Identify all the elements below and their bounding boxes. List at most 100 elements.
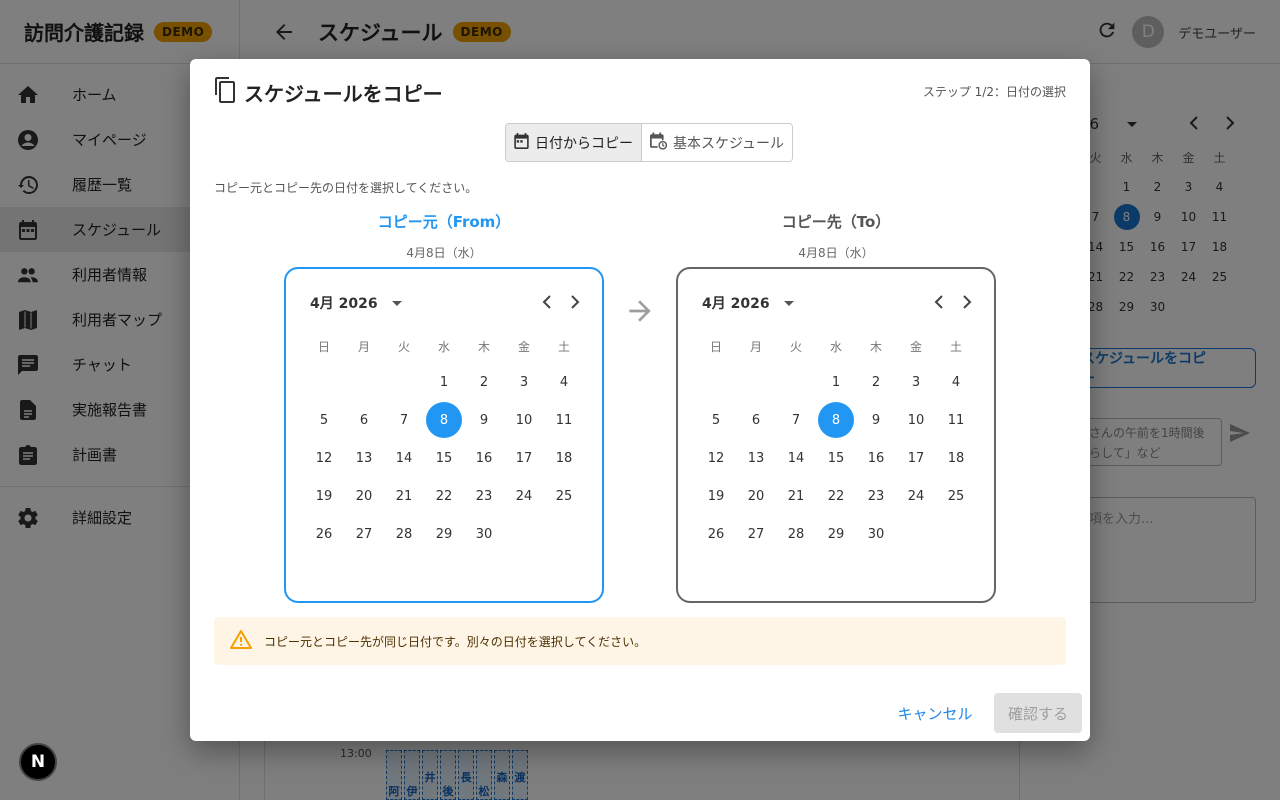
day-cell[interactable]: 9	[464, 401, 504, 439]
day-cell[interactable]: 25	[544, 477, 584, 515]
day-cell[interactable]: 3	[896, 363, 936, 401]
day-cell[interactable]: 5	[696, 401, 736, 439]
day-cell[interactable]: 6	[344, 401, 384, 439]
from-label: コピー元（From）	[377, 213, 511, 231]
day-cell[interactable]: 10	[896, 401, 936, 439]
day-cell[interactable]: 15	[816, 439, 856, 477]
day-cell[interactable]: 2	[856, 363, 896, 401]
day-cell[interactable]: 27	[736, 515, 776, 553]
day-cell[interactable]: 22	[424, 477, 464, 515]
chevron-down-icon[interactable]	[783, 300, 794, 306]
day-cell[interactable]: 27	[344, 515, 384, 553]
day-cell-empty	[776, 363, 816, 401]
day-cell[interactable]: 1	[816, 363, 856, 401]
day-cell[interactable]: 7	[384, 401, 424, 439]
calendar-header: 4月 2026	[702, 291, 972, 315]
day-cell[interactable]: 20	[736, 477, 776, 515]
day-cell[interactable]: 17	[504, 439, 544, 477]
weekday-label: 木	[477, 340, 490, 354]
day-cell[interactable]: 4	[936, 363, 976, 401]
day-cell[interactable]: 14	[384, 439, 424, 477]
next-logo-icon[interactable]: N	[19, 743, 57, 781]
to-calendar-section: コピー先（To） 4月8日（水） 4月 2026 日 月 火 水 木 金 土 1…	[676, 211, 996, 603]
weekday-label: 火	[397, 340, 410, 354]
day-cell[interactable]: 19	[696, 477, 736, 515]
chevron-left-icon[interactable]	[542, 294, 552, 313]
chevron-left-icon[interactable]	[934, 294, 944, 313]
day-cell[interactable]: 26	[304, 515, 344, 553]
calendar-grid: 日 月 火 水 木 金 土 1 2 3 4 5 6 7 8 9 10 11 12…	[696, 331, 976, 553]
copy-schedule-dialog: スケジュールをコピー ステップ 1/2：日付の選択 日付からコピー 基本スケジュ…	[190, 59, 1090, 741]
day-cell[interactable]: 24	[504, 477, 544, 515]
day-cell[interactable]: 18	[544, 439, 584, 477]
day-cell[interactable]: 1	[424, 363, 464, 401]
day-cell[interactable]: 23	[464, 477, 504, 515]
day-cell[interactable]: 21	[776, 477, 816, 515]
tab-label: 日付からコピー	[535, 135, 633, 152]
selected-day: 8	[818, 402, 854, 438]
day-cell[interactable]: 28	[384, 515, 424, 553]
weekday-label: 日	[709, 340, 722, 354]
day-cell[interactable]: 10	[504, 401, 544, 439]
calendar-week: 5 6 7 8 9 10 11	[696, 401, 976, 439]
weekday-label: 金	[517, 340, 530, 354]
day-cell[interactable]: 22	[816, 477, 856, 515]
tab-base-schedule[interactable]: 基本スケジュール	[641, 124, 793, 161]
calendar-month-label[interactable]: 4月 2026	[310, 293, 378, 313]
day-cell[interactable]: 26	[696, 515, 736, 553]
confirm-button[interactable]: 確認する	[994, 693, 1082, 733]
weekday-label: 土	[557, 340, 570, 354]
weekday-label: 金	[909, 340, 922, 354]
from-date-picker: 4月 2026 日 月 火 水 木 金 土 1 2 3 4 5 6 7 8 9 …	[284, 267, 604, 603]
day-cell-empty	[344, 363, 384, 401]
day-cell[interactable]: 16	[464, 439, 504, 477]
day-cell[interactable]: 11	[544, 401, 584, 439]
day-cell[interactable]: 14	[776, 439, 816, 477]
chevron-right-icon[interactable]	[570, 294, 580, 313]
weekday-label: 土	[949, 340, 962, 354]
day-cell[interactable]: 4	[544, 363, 584, 401]
day-cell[interactable]: 6	[736, 401, 776, 439]
day-cell[interactable]: 15	[424, 439, 464, 477]
day-cell[interactable]: 12	[304, 439, 344, 477]
day-cell[interactable]: 30	[856, 515, 896, 553]
day-cell[interactable]: 19	[304, 477, 344, 515]
calendar-week: 12 13 14 15 16 17 18	[304, 439, 584, 477]
tab-copy-from-date[interactable]: 日付からコピー	[506, 124, 641, 161]
day-cell[interactable]: 7	[776, 401, 816, 439]
calendar-week: 26 27 28 29 30	[304, 515, 584, 553]
day-cell[interactable]: 21	[384, 477, 424, 515]
day-cell[interactable]: 13	[736, 439, 776, 477]
day-cell[interactable]: 2	[464, 363, 504, 401]
day-cell-empty	[936, 515, 976, 553]
day-cell[interactable]: 25	[936, 477, 976, 515]
chevron-down-icon[interactable]	[391, 300, 402, 306]
calendar-month-label[interactable]: 4月 2026	[702, 293, 770, 313]
calendar-clock-icon	[650, 132, 668, 154]
day-cell[interactable]: 23	[856, 477, 896, 515]
day-cell[interactable]: 20	[344, 477, 384, 515]
cancel-button[interactable]: キャンセル	[894, 693, 976, 733]
day-cell-empty	[736, 363, 776, 401]
day-cell-selected[interactable]: 8	[816, 401, 856, 439]
instruction-text: コピー元とコピー先の日付を選択してください。	[214, 181, 478, 195]
day-cell[interactable]: 5	[304, 401, 344, 439]
day-cell[interactable]: 13	[344, 439, 384, 477]
day-cell[interactable]: 9	[856, 401, 896, 439]
day-cell[interactable]: 11	[936, 401, 976, 439]
day-cell[interactable]: 29	[424, 515, 464, 553]
day-cell[interactable]: 16	[856, 439, 896, 477]
day-cell[interactable]: 29	[816, 515, 856, 553]
day-cell[interactable]: 18	[936, 439, 976, 477]
day-cell[interactable]: 30	[464, 515, 504, 553]
day-cell-empty	[504, 515, 544, 553]
day-cell[interactable]: 24	[896, 477, 936, 515]
weekday-label: 月	[749, 340, 762, 354]
day-cell[interactable]: 28	[776, 515, 816, 553]
day-cell[interactable]: 17	[896, 439, 936, 477]
calendar-grid: 日 月 火 水 木 金 土 1 2 3 4 5 6 7 8 9 10 11 12…	[304, 331, 584, 553]
day-cell[interactable]: 3	[504, 363, 544, 401]
day-cell[interactable]: 12	[696, 439, 736, 477]
chevron-right-icon[interactable]	[962, 294, 972, 313]
day-cell-selected[interactable]: 8	[424, 401, 464, 439]
